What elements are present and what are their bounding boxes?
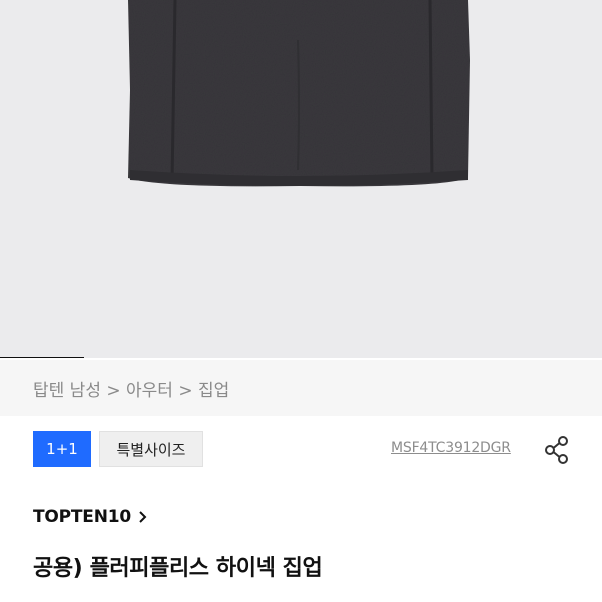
fleece-garment-image	[128, 0, 470, 187]
product-image-area[interactable]	[0, 0, 602, 358]
share-icon[interactable]	[544, 435, 570, 465]
badge-1plus1: 1+1	[33, 431, 91, 467]
carousel-progress-track	[0, 357, 602, 358]
brand-link[interactable]: TOPTEN10	[33, 507, 149, 527]
chevron-right-icon	[139, 511, 147, 523]
breadcrumb[interactable]: 탑텐 남성 > 아우터 > 집업	[0, 360, 602, 416]
brand-name: TOPTEN10	[33, 507, 132, 527]
product-title: 공용) 플러피플리스 하이넥 집업	[33, 556, 323, 581]
badge-row: 1+1 특별사이즈	[33, 431, 203, 467]
product-code-link[interactable]: MSF4TC3912DGR	[391, 440, 511, 456]
carousel-progress-fill	[0, 357, 85, 358]
breadcrumb-text[interactable]: 탑텐 남성 > 아우터 > 집업	[33, 376, 229, 401]
badge-special-size: 특별사이즈	[99, 431, 203, 467]
